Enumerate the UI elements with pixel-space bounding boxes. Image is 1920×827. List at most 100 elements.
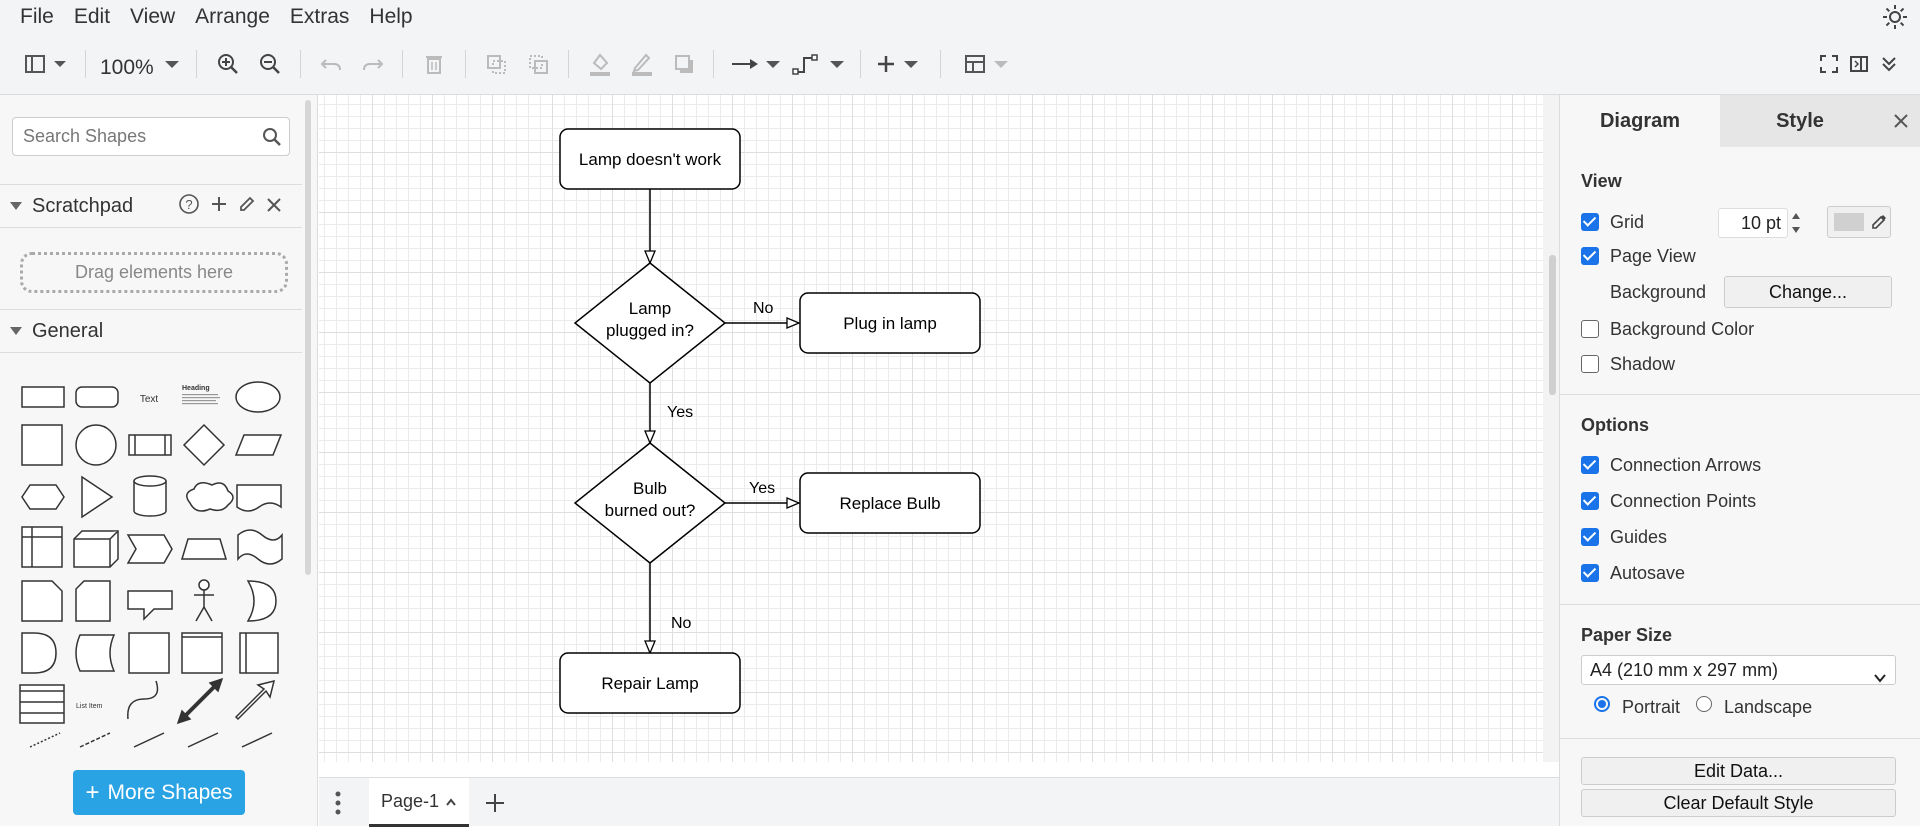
shadow-checkbox[interactable] <box>1581 355 1599 373</box>
shape-parallelogram[interactable] <box>234 434 283 456</box>
general-header[interactable]: General <box>0 309 302 353</box>
shadow-icon[interactable] <box>669 48 699 80</box>
tab-style[interactable]: Style <box>1720 95 1880 147</box>
menu-help[interactable]: Help <box>359 5 422 29</box>
menu-file[interactable]: File <box>0 5 64 29</box>
shape-document[interactable] <box>236 484 282 512</box>
shape-rectangle[interactable] <box>21 386 65 408</box>
menu-arrange[interactable]: Arrange <box>185 5 280 29</box>
menu-edit[interactable]: Edit <box>64 5 120 29</box>
shape-card[interactable] <box>75 580 111 622</box>
insert-icon[interactable] <box>876 48 926 80</box>
connection-points-checkbox[interactable] <box>1581 492 1599 510</box>
grid-size-input[interactable]: 10 pt <box>1718 208 1788 238</box>
shape-or[interactable] <box>246 580 277 622</box>
edit-pencil-icon[interactable] <box>238 195 256 219</box>
shape-internal-storage[interactable] <box>21 526 63 568</box>
background-color-checkbox[interactable] <box>1581 320 1599 338</box>
shape-swimlane[interactable] <box>181 632 223 674</box>
connection-style-icon[interactable] <box>728 48 784 80</box>
shape-container[interactable] <box>128 632 170 674</box>
shape-process[interactable] <box>128 434 172 456</box>
tab-page-1[interactable]: Page-1 <box>369 778 469 827</box>
shape-tape[interactable] <box>237 529 283 565</box>
shape-cylinder[interactable] <box>133 475 167 517</box>
landscape-radio[interactable] <box>1696 696 1712 712</box>
line-color-icon[interactable] <box>627 48 657 80</box>
shape-step[interactable] <box>126 534 173 564</box>
collapse-toolbar-icon[interactable] <box>1878 48 1900 80</box>
paper-size-select[interactable]: A4 (210 mm x 297 mm) <box>1581 655 1896 685</box>
shape-cloud[interactable] <box>186 482 234 512</box>
to-front-icon[interactable] <box>481 48 511 80</box>
shape-vertical-container[interactable] <box>239 632 279 674</box>
grid-color-button[interactable] <box>1827 206 1891 238</box>
page-view-checkbox[interactable] <box>1581 247 1599 265</box>
table-icon[interactable] <box>962 48 1014 80</box>
close-panel-icon[interactable] <box>1880 95 1920 147</box>
add-icon[interactable] <box>210 195 228 219</box>
shape-list[interactable] <box>19 684 65 724</box>
pages-menu-icon[interactable] <box>333 790 343 821</box>
shape-circle[interactable] <box>75 424 117 466</box>
shape-curve[interactable] <box>127 680 159 720</box>
redo-icon[interactable] <box>358 48 388 80</box>
shape-ellipse[interactable] <box>235 381 281 413</box>
search-shapes-input[interactable] <box>12 117 290 156</box>
shape-cube[interactable] <box>73 530 119 568</box>
shape-triangle[interactable] <box>81 475 114 519</box>
shape-actor[interactable] <box>194 579 214 622</box>
grid-size-stepper-icon[interactable] <box>1790 208 1802 243</box>
add-page-icon[interactable] <box>484 792 506 819</box>
more-shapes-button[interactable]: + More Shapes <box>73 770 245 815</box>
theme-sun-icon[interactable] <box>1880 2 1910 32</box>
shape-hexagon[interactable] <box>21 484 65 510</box>
edge-label-yes: Yes <box>667 404 693 421</box>
shape-list-item[interactable]: List Item <box>76 703 103 710</box>
zoom-out-icon[interactable] <box>255 48 285 80</box>
shape-data-storage[interactable] <box>75 634 116 672</box>
menu-extras[interactable]: Extras <box>280 5 360 29</box>
to-back-icon[interactable] <box>523 48 553 80</box>
edit-data-button[interactable]: Edit Data... <box>1581 757 1896 785</box>
undo-icon[interactable] <box>316 48 346 80</box>
zoom-in-icon[interactable] <box>213 48 243 80</box>
menu-view[interactable]: View <box>120 5 185 29</box>
change-background-button[interactable]: Change... <box>1724 276 1892 308</box>
zoom-level[interactable]: 100% <box>100 56 154 80</box>
close-icon[interactable] <box>266 196 282 219</box>
shape-and[interactable] <box>21 632 57 674</box>
search-icon[interactable] <box>262 127 282 152</box>
portrait-radio[interactable] <box>1594 696 1610 712</box>
shape-rounded-rectangle[interactable] <box>75 386 119 408</box>
shape-callout[interactable] <box>127 590 173 621</box>
shape-heading[interactable]: Heading <box>182 385 210 392</box>
scratchpad-header[interactable]: Scratchpad ? <box>0 184 302 228</box>
help-icon[interactable]: ? <box>178 193 200 221</box>
waypoints-icon[interactable] <box>792 48 848 80</box>
grid-checkbox[interactable] <box>1581 213 1599 231</box>
shape-diamond[interactable] <box>182 423 226 467</box>
scratchpad-drop-zone[interactable]: Drag elements here <box>20 252 288 293</box>
zoom-dropdown-icon[interactable] <box>160 48 184 80</box>
sidebar-scrollbar[interactable] <box>305 100 311 575</box>
shape-arrow[interactable] <box>234 679 276 721</box>
delete-icon[interactable] <box>419 48 449 80</box>
shape-trapezoid[interactable] <box>180 538 228 560</box>
fill-color-icon[interactable] <box>585 48 615 80</box>
connection-arrows-checkbox[interactable] <box>1581 456 1599 474</box>
sidebar-toggle-icon[interactable] <box>20 48 72 80</box>
diagram-canvas[interactable]: Lamp doesn't work Lamp plugged in? Plug … <box>319 95 1559 762</box>
format-panel-icon[interactable] <box>1848 48 1870 80</box>
shape-text[interactable]: Text <box>140 394 159 405</box>
shape-square[interactable] <box>21 424 63 466</box>
fullscreen-icon[interactable] <box>1818 48 1840 80</box>
shape-note[interactable] <box>21 580 63 622</box>
shape-bidirectional-arrow[interactable] <box>176 677 224 725</box>
clear-default-style-button[interactable]: Clear Default Style <box>1581 789 1896 817</box>
canvas-vertical-scrollbar[interactable] <box>1549 255 1556 395</box>
guides-checkbox[interactable] <box>1581 528 1599 546</box>
autosave-checkbox[interactable] <box>1581 564 1599 582</box>
tab-diagram[interactable]: Diagram <box>1560 95 1720 147</box>
chevron-up-icon[interactable] <box>445 791 457 812</box>
